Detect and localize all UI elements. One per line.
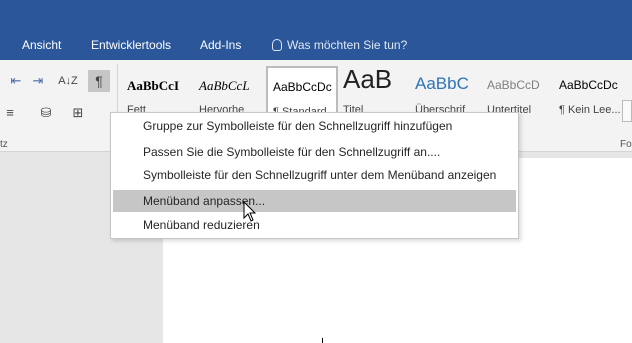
group-label-styles: Fo (620, 139, 632, 150)
style-preview: AaB (343, 66, 393, 94)
sort-icon[interactable]: A↓Z (58, 72, 78, 90)
style-preview: AaBbCcI (127, 78, 180, 93)
shading-icon[interactable]: ⛁ (36, 104, 56, 122)
tab-ansicht[interactable]: Ansicht (22, 38, 61, 52)
menu-item-show-qat-below-ribbon[interactable]: Symbolleiste für den Schnellzugriff unte… (113, 164, 516, 186)
decrease-indent-icon[interactable]: ⇤ (6, 72, 26, 90)
style-preview: AaBbCcL (199, 78, 250, 93)
tab-add-ins[interactable]: Add-Ins (200, 38, 241, 52)
text-cursor (322, 338, 323, 343)
gallery-scroll-button[interactable] (622, 100, 632, 122)
style-preview: AaBbCcD (487, 78, 540, 92)
style-preview: AaBbCcDc (559, 78, 618, 92)
style-preview: AaBbCcDc (273, 80, 332, 94)
style-name: ¶ Kein Lee... (559, 104, 621, 116)
tell-me-text: Was möchten Sie tun? (287, 38, 408, 52)
increase-indent-icon[interactable]: ⇥ (28, 72, 48, 90)
style-kein-leerraum[interactable]: AaBbCcDc ¶ Kein Lee... (554, 66, 626, 122)
style-preview: AaBbC (415, 74, 469, 93)
ribbon-tab-bar: Ansicht Entwicklertools Add-Ins Was möch… (0, 0, 632, 60)
menu-item-add-group-to-qat[interactable]: Gruppe zur Symbolleiste für den Schnellz… (113, 115, 516, 137)
show-formatting-marks-button[interactable]: ¶ (88, 70, 110, 92)
menu-item-customize-qat[interactable]: Passen Sie die Symbolleiste für den Schn… (113, 141, 516, 163)
align-icon[interactable]: ≡ (0, 104, 20, 122)
ribbon-context-menu: Gruppe zur Symbolleiste für den Schnellz… (110, 112, 519, 239)
tell-me-search[interactable]: Was möchten Sie tun? (272, 38, 407, 52)
group-label-paragraph: tz (0, 139, 8, 150)
menu-item-customize-ribbon[interactable]: Menüband anpassen... (113, 190, 516, 212)
tab-entwicklertools[interactable]: Entwicklertools (91, 38, 171, 52)
lightbulb-icon (272, 39, 282, 51)
borders-icon[interactable]: ⊞ (68, 104, 88, 122)
mouse-pointer-icon (243, 201, 257, 222)
menu-item-collapse-ribbon[interactable]: Menüband reduzieren (113, 214, 516, 236)
